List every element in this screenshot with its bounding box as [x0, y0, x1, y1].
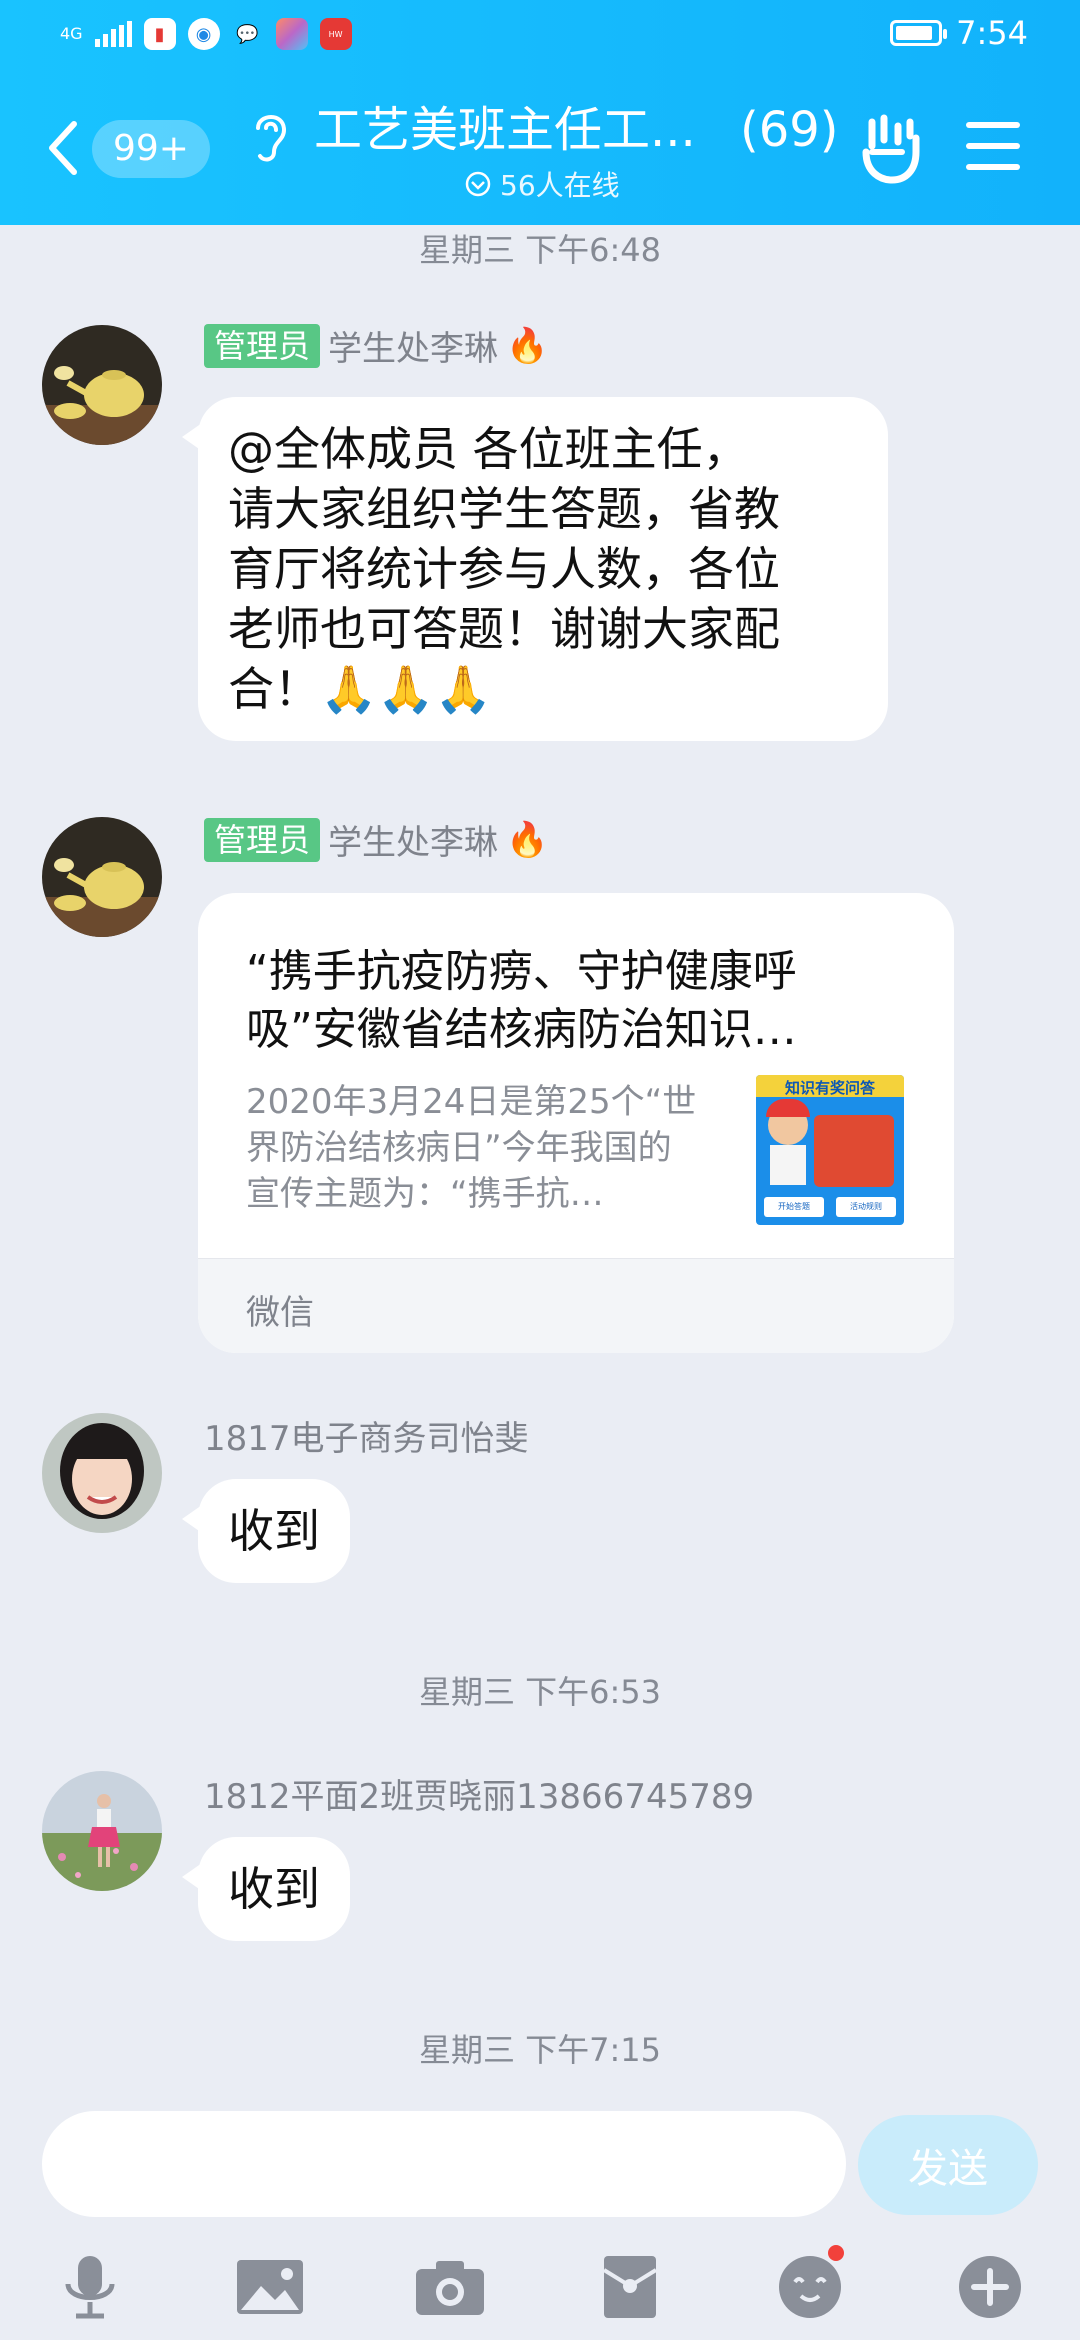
share-source: 微信	[246, 1293, 314, 1333]
share-title: “携手抗疫防痨、守护健康呼 吸”安徽省结核病防治知识…	[246, 946, 797, 1055]
timestamp: 星期三 下午7:15	[418, 2031, 662, 2069]
unread-badge[interactable]: 99+	[92, 120, 210, 178]
sender-name[interactable]: 学生处李琳	[328, 321, 498, 370]
teapot-image	[42, 817, 162, 937]
message-text: 收到	[228, 1862, 320, 1916]
online-count-text: 56人在线	[500, 169, 620, 202]
battery-icon	[890, 20, 948, 46]
online-status[interactable]: 56人在线	[464, 164, 620, 204]
thumb-label: 知识有奖问答	[784, 1079, 875, 1097]
flower-field-image	[42, 1771, 162, 1891]
image-icon[interactable]	[230, 2247, 310, 2327]
message-input[interactable]	[42, 2111, 846, 2217]
gallery-app-icon	[275, 18, 308, 50]
message-text: 收到	[228, 1504, 320, 1558]
fire-icon: 🔥	[506, 819, 549, 860]
send-button[interactable]: 发送	[858, 2115, 1038, 2215]
plus-icon[interactable]	[950, 2247, 1030, 2327]
camera-icon[interactable]	[410, 2247, 490, 2327]
message-app-icon: 💬	[236, 23, 259, 45]
girl-portrait-image	[42, 1413, 162, 1533]
clock: 7:54	[956, 14, 1028, 52]
back-arrow-icon[interactable]	[44, 118, 84, 178]
sender-name[interactable]: 1817电子商务司怡斐	[204, 1411, 529, 1460]
timestamp: 星期三 下午6:53	[418, 1673, 662, 1711]
book-app-icon: ▮	[143, 18, 176, 50]
sender-name-row: 管理员 学生处李琳 🔥	[204, 815, 548, 864]
message-bubble[interactable]: 收到	[182, 1479, 350, 1583]
admin-tag: 管理员	[204, 323, 321, 368]
menu-icon[interactable]	[966, 122, 1020, 170]
sender-name[interactable]: 学生处李琳	[328, 815, 498, 864]
message-text: @全体成员 各位班主任， 请大家组织学生答题，省教 育厅将统计参与人数，各位 老…	[228, 422, 780, 716]
member-count[interactable]: (69)	[740, 96, 839, 164]
network-type: 4G	[60, 24, 83, 43]
share-thumbnail: 知识有奖问答 开始答题 活动规则	[756, 1075, 904, 1225]
sender-name[interactable]: 1812平面2班贾晓丽13866745789	[204, 1769, 754, 1818]
fire-icon: 🔥	[506, 325, 549, 366]
teapot-image	[42, 325, 162, 445]
chevron-circle-icon	[465, 171, 491, 197]
timestamp: 星期三 下午6:48	[418, 231, 662, 269]
share-card[interactable]: “携手抗疫防痨、守护健康呼 吸”安徽省结核病防治知识… 2020年3月24日是第…	[198, 893, 954, 1353]
emoji-icon[interactable]	[770, 2245, 850, 2327]
chat-messages[interactable]: 星期三 下午6:48 管理员 学生处李琳 🔥 @全体成员 各位班主任， 请大家组…	[0, 225, 1080, 2105]
admin-tag: 管理员	[204, 817, 321, 862]
share-footer: 微信	[198, 1258, 954, 1353]
avatar[interactable]	[42, 325, 162, 445]
notification-dot	[828, 2245, 844, 2261]
message-bubble[interactable]: 收到	[182, 1837, 350, 1941]
hand-gesture-icon[interactable]	[858, 112, 922, 184]
avatar[interactable]	[42, 1771, 162, 1891]
thumb-button-right: 活动规则	[836, 1197, 896, 1217]
sender-name-row: 1817电子商务司怡斐	[204, 1411, 529, 1460]
avatar[interactable]	[42, 1413, 162, 1533]
share-description: 2020年3月24日是第25个“世 界防治结核病日”今年我国的 宣传主题为：“携…	[246, 1082, 697, 1214]
ear-icon[interactable]	[248, 106, 292, 166]
huawei-app-icon: HW	[319, 18, 352, 50]
red-packet-icon[interactable]	[590, 2247, 670, 2327]
signal-icon	[94, 21, 132, 47]
group-title[interactable]: 工艺美班主任工...	[314, 96, 696, 164]
sender-name-row: 1812平面2班贾晓丽13866745789	[204, 1769, 754, 1818]
chat-header: 4G ▮ ◉ 💬 HW 7:54 99+ 工艺美班主任工... (69) 56人…	[0, 0, 1080, 225]
message-bubble[interactable]: @全体成员 各位班主任， 请大家组织学生答题，省教 育厅将统计参与人数，各位 老…	[182, 397, 888, 741]
sender-name-row: 管理员 学生处李琳 🔥	[204, 321, 548, 370]
input-bar: 发送	[0, 2105, 1080, 2340]
browser-app-icon: ◉	[187, 18, 220, 50]
microphone-icon[interactable]	[50, 2247, 130, 2327]
status-bar: 4G ▮ ◉ 💬 HW 7:54	[0, 0, 1080, 72]
avatar[interactable]	[42, 817, 162, 937]
thumb-button-left: 开始答题	[764, 1197, 824, 1217]
